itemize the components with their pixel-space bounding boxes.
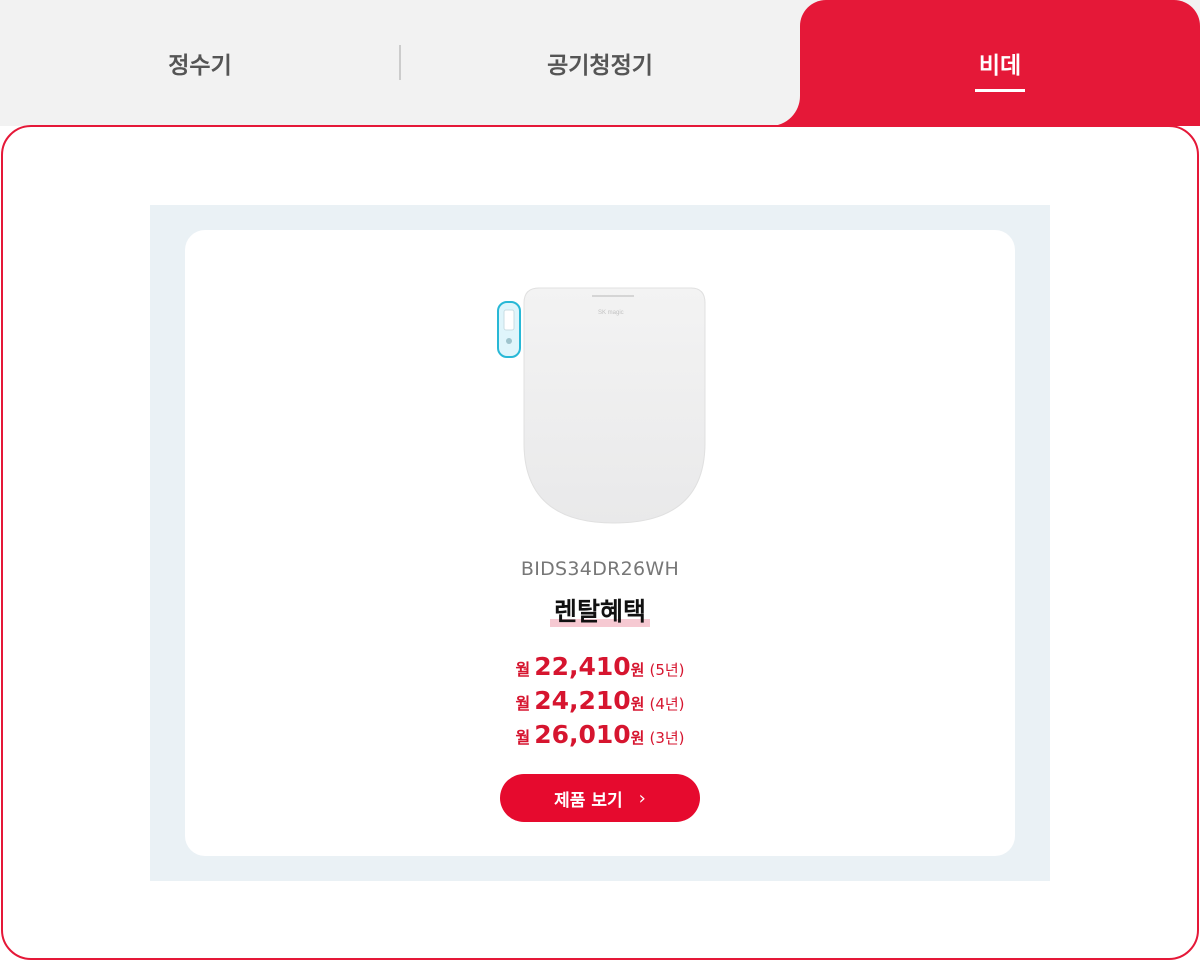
view-product-button[interactable]: 제품 보기 › <box>500 774 700 822</box>
tab-water-purifier[interactable]: 정수기 <box>0 0 400 126</box>
price-row-5yr: 월 22,410 원 (5년) <box>0 652 1200 681</box>
price-prefix: 월 <box>515 660 531 679</box>
price-value: 24,210 <box>534 686 631 715</box>
tab-label: 비데 <box>978 53 1022 79</box>
price-unit: 원 <box>630 695 645 713</box>
price-period: (4년) <box>649 695 685 713</box>
tab-bidet[interactable]: 비데 <box>800 0 1200 126</box>
price-period: (3년) <box>649 729 685 747</box>
product-model: BIDS34DR26WH <box>520 558 680 580</box>
price-row-3yr: 월 26,010 원 (3년) <box>0 720 1200 749</box>
active-tab-indicator <box>975 89 1025 92</box>
tab-label: 공기청정기 <box>547 53 653 79</box>
chevron-right-icon: › <box>638 787 646 809</box>
price-value: 22,410 <box>534 652 631 681</box>
svg-text:SK magic: SK magic <box>598 310 624 316</box>
price-prefix: 월 <box>515 694 531 713</box>
price-row-4yr: 월 24,210 원 (4년) <box>0 686 1200 715</box>
price-value: 26,010 <box>534 720 631 749</box>
tab-air-purifier[interactable]: 공기청정기 <box>400 0 800 126</box>
category-tabs: 정수기 공기청정기 비데 <box>0 0 1200 126</box>
rental-benefit-title: 렌탈혜택 <box>549 597 650 627</box>
bidet-product-image: SK magic <box>497 287 706 524</box>
price-unit: 원 <box>630 661 645 679</box>
view-product-label: 제품 보기 <box>554 790 623 811</box>
price-period: (5년) <box>649 661 685 679</box>
price-prefix: 월 <box>515 728 531 747</box>
tab-label: 정수기 <box>168 53 232 79</box>
price-unit: 원 <box>630 729 645 747</box>
